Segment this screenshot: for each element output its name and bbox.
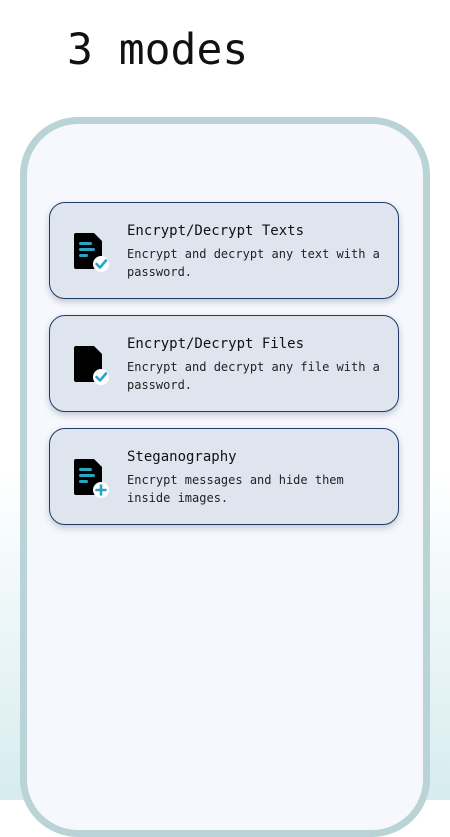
mode-description: Encrypt messages and hide them inside im… bbox=[127, 473, 344, 505]
mode-title: Steganography bbox=[127, 449, 237, 465]
mode-description: Encrypt and decrypt any text with a pass… bbox=[127, 247, 380, 279]
mode-title: Encrypt/Decrypt Texts bbox=[127, 223, 305, 239]
document-check-icon bbox=[74, 346, 109, 385]
document-lines-check-icon bbox=[74, 233, 109, 272]
mode-card-steganography[interactable]: Steganography Encrypt messages and hide … bbox=[49, 428, 399, 525]
mode-description: Encrypt and decrypt any file with a pass… bbox=[127, 360, 380, 392]
mode-card-files[interactable]: Encrypt/Decrypt Files Encrypt and decryp… bbox=[49, 315, 399, 412]
page-title: 3 modes bbox=[67, 25, 249, 75]
mode-title: Encrypt/Decrypt Files bbox=[127, 336, 305, 352]
document-lines-plus-icon bbox=[74, 459, 109, 498]
mode-card-text[interactable]: Encrypt/Decrypt Texts Encrypt and decryp… bbox=[49, 202, 399, 299]
